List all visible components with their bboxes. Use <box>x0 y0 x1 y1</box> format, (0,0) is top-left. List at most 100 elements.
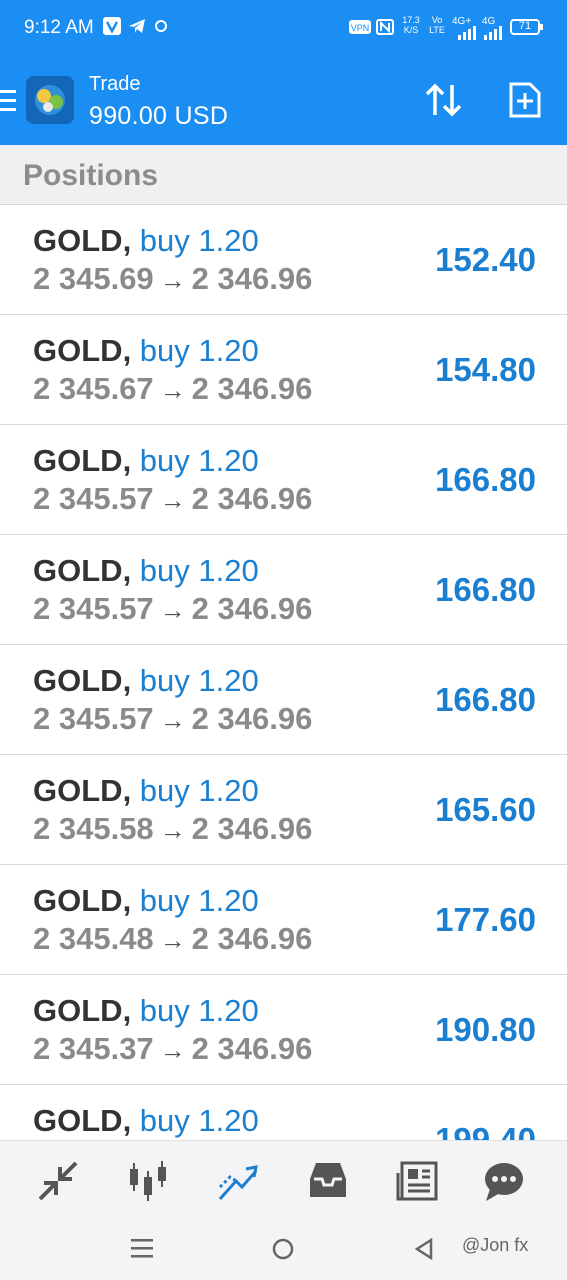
price-arrow: → <box>159 375 186 405</box>
position-prices: 2 345.69 → 2 346.96 <box>33 261 312 297</box>
position-separator: , <box>122 223 140 258</box>
position-profit: 166.80 <box>435 461 536 498</box>
price-arrow: → <box>159 925 186 955</box>
position-row[interactable]: GOLD, buy 1.20 2 345.57 → 2 346.96 166.80 <box>0 535 567 645</box>
position-profit: 190.80 <box>435 1011 536 1048</box>
position-separator: , <box>122 443 140 478</box>
open-price: 2 345.67 <box>33 371 154 406</box>
position-separator: , <box>122 663 140 698</box>
price-arrow: → <box>159 265 186 295</box>
position-symbol: GOLD <box>33 333 123 368</box>
open-price: 2 345.58 <box>33 811 154 846</box>
position-symbol: GOLD <box>33 663 123 698</box>
position-title: GOLD, buy 1.20 <box>33 333 259 369</box>
position-prices: 2 345.67 → 2 346.96 <box>33 371 312 407</box>
position-symbol: GOLD <box>33 883 123 918</box>
open-price: 2 345.48 <box>33 921 154 956</box>
position-side-volume: buy 1.20 <box>139 993 259 1028</box>
position-profit: 152.40 <box>435 241 536 278</box>
chat-icon[interactable] <box>482 1159 526 1203</box>
new-order-icon[interactable] <box>509 82 541 118</box>
position-row[interactable]: GOLD, buy 1.20 2 345.69 → 2 346.96 152.40 <box>0 205 567 315</box>
position-prices: 2 345.57 → 2 346.96 <box>33 481 312 517</box>
telegram-icon <box>129 19 145 33</box>
current-price: 2 346.96 <box>191 261 313 296</box>
position-symbol: GOLD <box>33 773 123 808</box>
status-bar: 9:12 AM VPN 17.3 K/S Vo LTE 4G+ 4G 71 <box>0 0 567 56</box>
price-arrow: → <box>159 595 186 625</box>
vpn-icon: VPN <box>349 20 371 34</box>
recent-apps-icon[interactable] <box>131 1238 153 1258</box>
position-title: GOLD, buy 1.20 <box>33 443 259 479</box>
position-prices: 2 345.37 → 2 346.96 <box>33 1031 312 1067</box>
position-symbol: GOLD <box>33 443 123 478</box>
chart-icon[interactable] <box>126 1159 170 1203</box>
position-row[interactable]: GOLD, buy 1.20 2 345.58 → 2 346.96 165.60 <box>0 755 567 865</box>
section-title: Positions <box>23 159 159 192</box>
nfc-icon <box>376 19 394 35</box>
v-app-icon <box>103 17 121 35</box>
position-symbol: GOLD <box>33 223 123 258</box>
position-side-volume: buy 1.20 <box>139 223 259 258</box>
open-price: 2 345.69 <box>33 261 154 296</box>
svg-text:VPN: VPN <box>351 23 370 33</box>
position-profit: 166.80 <box>435 571 536 608</box>
current-price: 2 346.96 <box>191 811 313 846</box>
position-separator: , <box>122 883 140 918</box>
position-profit: 166.80 <box>435 681 536 718</box>
quotes-icon[interactable] <box>36 1159 80 1203</box>
current-price: 2 346.96 <box>191 591 313 626</box>
net-speed: 17.3 K/S <box>402 15 420 35</box>
position-side-volume: buy 1.20 <box>139 883 259 918</box>
position-symbol: GOLD <box>33 1103 123 1138</box>
position-symbol: GOLD <box>33 553 123 588</box>
position-title: GOLD, buy 1.20 <box>33 773 259 809</box>
position-row[interactable]: GOLD, buy 1.20 2 345.57 → 2 346.96 166.80 <box>0 425 567 535</box>
position-prices: 2 345.57 → 2 346.96 <box>33 701 312 737</box>
position-separator: , <box>122 993 140 1028</box>
status-time: 9:12 AM <box>24 17 94 38</box>
positions-section-header: Positions <box>0 145 567 205</box>
position-prices: 2 345.48 → 2 346.96 <box>33 921 312 957</box>
position-row[interactable]: GOLD, buy 1.20 2 345.67 → 2 346.96 154.80 <box>0 315 567 425</box>
trade-icon[interactable] <box>216 1159 260 1203</box>
home-icon[interactable] <box>272 1238 294 1260</box>
position-row[interactable]: GOLD, buy 1.20 2 345.48 → 2 346.96 177.60 <box>0 865 567 975</box>
header-balance: 990.00 USD <box>89 102 229 130</box>
metatrader-logo-icon <box>26 76 74 124</box>
news-icon[interactable] <box>396 1159 440 1203</box>
current-price: 2 346.96 <box>191 371 313 406</box>
position-row[interactable]: GOLD, buy 1.20 199.40 <box>0 1085 567 1140</box>
position-side-volume: buy 1.20 <box>139 773 259 808</box>
position-separator: , <box>122 333 140 368</box>
sort-icon[interactable] <box>425 82 463 118</box>
open-price: 2 345.37 <box>33 1031 154 1066</box>
position-title: GOLD, buy 1.20 <box>33 223 259 259</box>
battery-tip <box>540 24 543 30</box>
signal-bars-icon <box>458 26 476 40</box>
current-price: 2 346.96 <box>191 1031 313 1066</box>
position-separator: , <box>122 553 140 588</box>
position-profit: 199.40 <box>435 1121 536 1140</box>
position-separator: , <box>122 1103 140 1138</box>
price-arrow: → <box>159 485 186 515</box>
menu-icon[interactable] <box>0 90 18 112</box>
history-icon[interactable] <box>306 1159 350 1203</box>
signal-bars-icon-2 <box>484 26 502 40</box>
current-price: 2 346.96 <box>191 701 313 736</box>
position-profit: 177.60 <box>435 901 536 938</box>
position-row[interactable]: GOLD, buy 1.20 2 345.37 → 2 346.96 190.80 <box>0 975 567 1085</box>
open-price: 2 345.57 <box>33 481 154 516</box>
position-side-volume: buy 1.20 <box>139 333 259 368</box>
price-arrow: → <box>159 1035 186 1065</box>
position-title: GOLD, buy 1.20 <box>33 663 259 699</box>
price-arrow: → <box>159 815 186 845</box>
open-price: 2 345.57 <box>33 591 154 626</box>
positions-list[interactable]: GOLD, buy 1.20 2 345.69 → 2 346.96 152.40 GOL… <box>0 205 567 1140</box>
app-header: Trade 990.00 USD <box>0 56 567 145</box>
position-side-volume: buy 1.20 <box>139 553 259 588</box>
position-side-volume: buy 1.20 <box>139 443 259 478</box>
position-profit: 165.60 <box>435 791 536 828</box>
position-row[interactable]: GOLD, buy 1.20 2 345.57 → 2 346.96 166.80 <box>0 645 567 755</box>
back-icon[interactable] <box>414 1238 434 1260</box>
